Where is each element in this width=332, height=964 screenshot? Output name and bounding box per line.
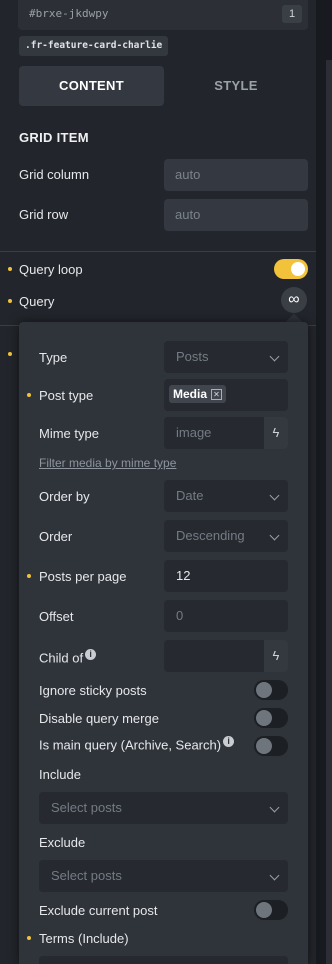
filter-media-link[interactable]: Filter media by mime type — [39, 456, 176, 470]
mime-type-label: Mime type — [39, 426, 99, 441]
child-of-text: Child of — [39, 650, 84, 666]
ignore-sticky-toggle[interactable] — [254, 680, 288, 700]
toggle-knob — [256, 902, 272, 918]
modified-indicator — [8, 352, 12, 356]
canvas-strip — [326, 60, 332, 964]
toggle-knob — [291, 262, 305, 276]
tab-content[interactable]: CONTENT — [19, 66, 164, 106]
selector-count-badge: 1 — [282, 5, 302, 23]
canvas-edge — [316, 0, 332, 964]
chevron-down-icon — [269, 870, 280, 881]
exclude-select[interactable]: Select posts — [39, 860, 288, 892]
chevron-down-icon — [269, 802, 280, 813]
tab-style[interactable]: STYLE — [164, 66, 308, 106]
query-label: Query — [19, 294, 55, 309]
child-of-label: Child of i — [39, 649, 97, 666]
child-of-input[interactable]: ϟ — [164, 640, 288, 672]
chevron-down-icon — [269, 351, 280, 362]
offset-input[interactable]: 0 — [164, 600, 288, 632]
info-icon[interactable]: i — [85, 649, 97, 660]
terms-include-label: Terms (Include) — [39, 931, 129, 946]
exclude-current-toggle[interactable] — [254, 900, 288, 920]
order-by-value: Date — [176, 488, 204, 503]
disable-merge-label: Disable query merge — [39, 711, 159, 726]
grid-column-label: Grid column — [19, 167, 90, 182]
type-label: Type — [39, 350, 68, 365]
order-by-select[interactable]: Date — [164, 480, 288, 512]
divider — [0, 251, 316, 252]
grid-row-input[interactable]: auto — [164, 199, 308, 231]
order-label: Order — [39, 529, 73, 544]
is-main-query-label: Is main query (Archive, Search) i — [39, 736, 235, 753]
query-loop-label: Query loop — [19, 262, 83, 277]
offset-label: Offset — [39, 609, 74, 624]
media-chip[interactable]: Media ✕ — [169, 385, 227, 403]
infinity-icon[interactable]: ∞ — [281, 287, 307, 313]
bolt-icon[interactable]: ϟ — [264, 417, 288, 449]
type-value: Posts — [176, 349, 209, 364]
grid-column-input[interactable]: auto — [164, 159, 308, 191]
exclude-label: Exclude — [39, 835, 86, 850]
modified-indicator — [27, 393, 31, 397]
toggle-knob — [256, 710, 272, 726]
chevron-down-icon — [269, 490, 280, 501]
close-icon[interactable]: ✕ — [211, 389, 223, 401]
order-select[interactable]: Descending — [164, 520, 288, 552]
query-popup: Type Posts Post type Media ✕ Mime type im… — [19, 322, 308, 964]
modified-indicator — [8, 299, 12, 303]
element-id: #brxe-jkdwpy — [29, 7, 109, 20]
is-main-query-text: Is main query (Archive, Search) — [39, 737, 222, 753]
grid-row-label: Grid row — [19, 207, 69, 222]
include-select[interactable]: Select posts — [39, 792, 288, 824]
media-chip-label: Media — [173, 387, 208, 401]
toggle-knob — [256, 682, 272, 698]
toggle-knob — [256, 738, 272, 754]
mime-type-input[interactable]: image ϟ — [164, 417, 288, 449]
posts-per-page-label: Posts per page — [39, 569, 127, 584]
order-value: Descending — [176, 528, 245, 543]
type-select[interactable]: Posts — [164, 341, 288, 373]
post-type-label: Post type — [39, 388, 94, 403]
bolt-icon[interactable]: ϟ — [264, 640, 288, 672]
class-chip[interactable]: .fr-feature-card-charlie — [19, 36, 169, 56]
order-by-label: Order by — [39, 489, 90, 504]
post-type-select[interactable]: Media ✕ — [164, 379, 288, 411]
mime-type-placeholder: image — [176, 425, 212, 440]
posts-per-page-input[interactable]: 12 — [164, 560, 288, 592]
section-title-grid-item: GRID ITEM — [19, 130, 89, 145]
is-main-query-toggle[interactable] — [254, 736, 288, 756]
modified-indicator — [27, 574, 31, 578]
modified-indicator — [27, 936, 31, 940]
query-loop-toggle[interactable] — [274, 259, 308, 279]
modified-indicator — [8, 267, 12, 271]
include-label: Include — [39, 767, 81, 782]
chevron-down-icon — [269, 530, 280, 541]
exclude-placeholder: Select posts — [51, 868, 122, 883]
disable-merge-toggle[interactable] — [254, 708, 288, 728]
ignore-sticky-label: Ignore sticky posts — [39, 683, 147, 698]
terms-include-select[interactable] — [39, 956, 288, 964]
info-icon[interactable]: i — [223, 736, 235, 747]
exclude-current-label: Exclude current post — [39, 903, 158, 918]
include-placeholder: Select posts — [51, 800, 122, 815]
